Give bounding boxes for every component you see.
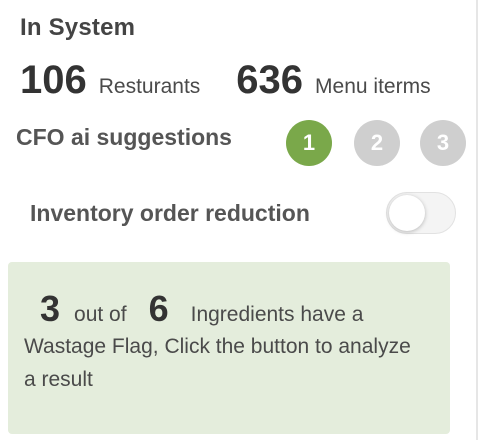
suggestions-label: CFO ai suggestions	[16, 124, 232, 150]
suggestion-step-2-button[interactable]: 2	[354, 120, 400, 166]
system-panel: In System 106 Resturants 636 Menu iterms…	[0, 0, 478, 440]
menu-items-count: 636	[236, 58, 304, 102]
wastage-description: Wastage Flag, Click the button to analyz…	[24, 335, 411, 391]
wastage-summary-line: 3 out of 6 Ingredients have a	[40, 288, 434, 330]
total-ingredients-count: 6	[148, 288, 169, 329]
suggestions-row: CFO ai suggestions 1 2 3	[16, 120, 466, 170]
restaurants-count: 106	[20, 58, 87, 102]
wastage-info-box: 3 out of 6 Ingredients have a Wastage Fl…	[8, 262, 450, 434]
out-of-text: out of	[74, 303, 127, 326]
suggestion-step-1-button[interactable]: 1	[286, 120, 332, 166]
suggestion-step-3-button[interactable]: 3	[420, 120, 466, 166]
section-title: In System	[20, 14, 136, 41]
restaurants-label: Resturants	[98, 75, 201, 98]
system-stats: 106 Resturants 636 Menu iterms	[20, 56, 431, 104]
inventory-order-reduction-toggle[interactable]	[386, 192, 456, 234]
menu-items-label: Menu iterms	[315, 75, 431, 98]
inventory-order-reduction-label: Inventory order reduction	[30, 200, 310, 226]
inventory-toggle-row: Inventory order reduction	[30, 192, 460, 236]
toggle-knob	[389, 195, 425, 231]
ingredients-text: Ingredients have a	[190, 303, 364, 326]
flagged-count: 3	[40, 288, 61, 329]
